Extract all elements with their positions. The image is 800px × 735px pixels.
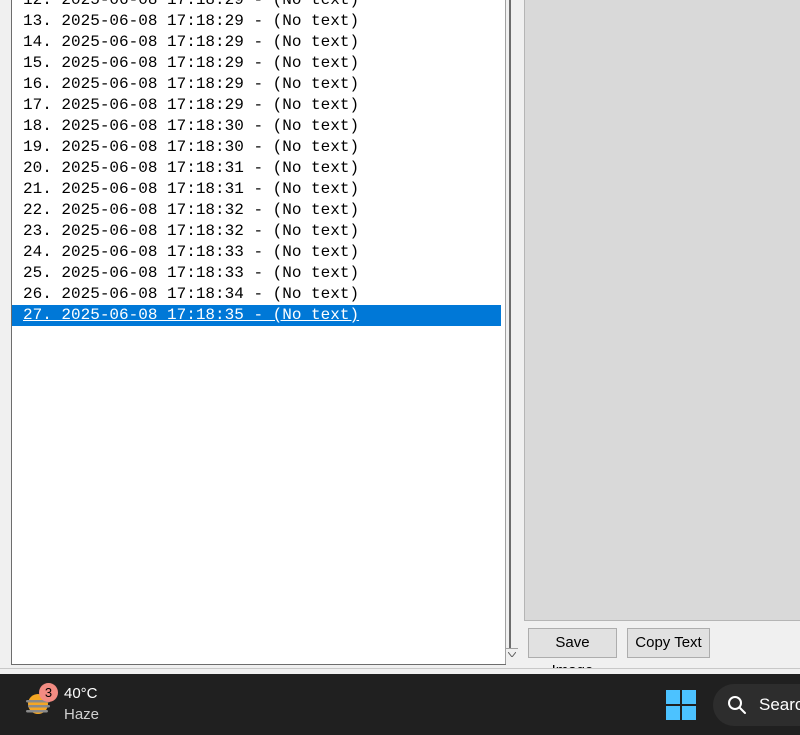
search-icon: [728, 696, 746, 714]
image-preview-area: [524, 0, 800, 621]
list-item[interactable]: 24. 2025-06-08 17:18:33 - (No text): [12, 242, 501, 263]
weather-temperature: 40°C: [64, 685, 98, 702]
copy-text-button[interactable]: Copy Text: [627, 628, 710, 658]
list-item[interactable]: 25. 2025-06-08 17:18:33 - (No text): [12, 263, 501, 284]
list-item[interactable]: 14. 2025-06-08 17:18:29 - (No text): [12, 32, 501, 53]
list-item[interactable]: 12. 2025-06-08 17:18:29 - (No text): [12, 0, 501, 11]
scroll-thumb[interactable]: [509, 0, 511, 648]
list-item-label: 19. 2025-06-08 17:18:30 - (No text): [23, 138, 360, 156]
list-item[interactable]: 15. 2025-06-08 17:18:29 - (No text): [12, 53, 501, 74]
list-item-label: 16. 2025-06-08 17:18:29 - (No text): [23, 75, 360, 93]
history-list-panel: 12. 2025-06-08 17:18:29 - (No text) 13. 2…: [6, 0, 518, 668]
list-item[interactable]: 19. 2025-06-08 17:18:30 - (No text): [12, 137, 501, 158]
search-label: Search: [759, 695, 800, 714]
list-item-label: 21. 2025-06-08 17:18:31 - (No text): [23, 180, 360, 198]
list-item-label: 17. 2025-06-08 17:18:29 - (No text): [23, 96, 360, 114]
app-window: 12. 2025-06-08 17:18:29 - (No text) 13. 2…: [0, 0, 800, 679]
list-item-label: 26. 2025-06-08 17:18:34 - (No text): [23, 285, 360, 303]
list-item-label: 14. 2025-06-08 17:18:29 - (No text): [23, 33, 360, 51]
list-item[interactable]: 13. 2025-06-08 17:18:29 - (No text): [12, 11, 501, 32]
history-listbox[interactable]: 12. 2025-06-08 17:18:29 - (No text) 13. 2…: [11, 0, 506, 665]
list-item[interactable]: 27. 2025-06-08 17:18:35 - (No text): [12, 305, 501, 326]
list-item[interactable]: 21. 2025-06-08 17:18:31 - (No text): [12, 179, 501, 200]
list-item-label: 20. 2025-06-08 17:18:31 - (No text): [23, 159, 360, 177]
list-item-label: 18. 2025-06-08 17:18:30 - (No text): [23, 117, 360, 135]
list-item-label: 24. 2025-06-08 17:18:33 - (No text): [23, 243, 360, 261]
list-item[interactable]: 18. 2025-06-08 17:18:30 - (No text): [12, 116, 501, 137]
windows-logo-icon[interactable]: [666, 690, 696, 720]
list-item[interactable]: 20. 2025-06-08 17:18:31 - (No text): [12, 158, 501, 179]
taskbar-search-box[interactable]: Search: [713, 684, 800, 726]
list-item-label: 12. 2025-06-08 17:18:29 - (No text): [23, 0, 360, 9]
list-item[interactable]: 23. 2025-06-08 17:18:32 - (No text): [12, 221, 501, 242]
list-item[interactable]: 16. 2025-06-08 17:18:29 - (No text): [12, 74, 501, 95]
weather-condition: Haze: [64, 706, 100, 723]
list-item-label: 15. 2025-06-08 17:18:29 - (No text): [23, 54, 360, 72]
list-item[interactable]: 26. 2025-06-08 17:18:34 - (No text): [12, 284, 501, 305]
vertical-scrollbar[interactable]: [505, 0, 518, 664]
list-item-label: 22. 2025-06-08 17:18:32 - (No text): [23, 201, 360, 219]
list-item-label: 27. 2025-06-08 17:18:35 - (No text): [23, 306, 360, 324]
notification-badge: 3: [39, 683, 58, 702]
scroll-down-button[interactable]: [506, 648, 518, 660]
preview-panel: [520, 0, 800, 674]
list-item-label: 25. 2025-06-08 17:18:33 - (No text): [23, 264, 360, 282]
list-item[interactable]: 17. 2025-06-08 17:18:29 - (No text): [12, 95, 501, 116]
list-item-label: 23. 2025-06-08 17:18:32 - (No text): [23, 222, 360, 240]
list-item[interactable]: 22. 2025-06-08 17:18:32 - (No text): [12, 200, 501, 221]
save-image-button[interactable]: Save Image: [528, 628, 617, 679]
list-item-label: 13. 2025-06-08 17:18:29 - (No text): [23, 12, 360, 30]
chevron-down-icon: [508, 652, 516, 657]
